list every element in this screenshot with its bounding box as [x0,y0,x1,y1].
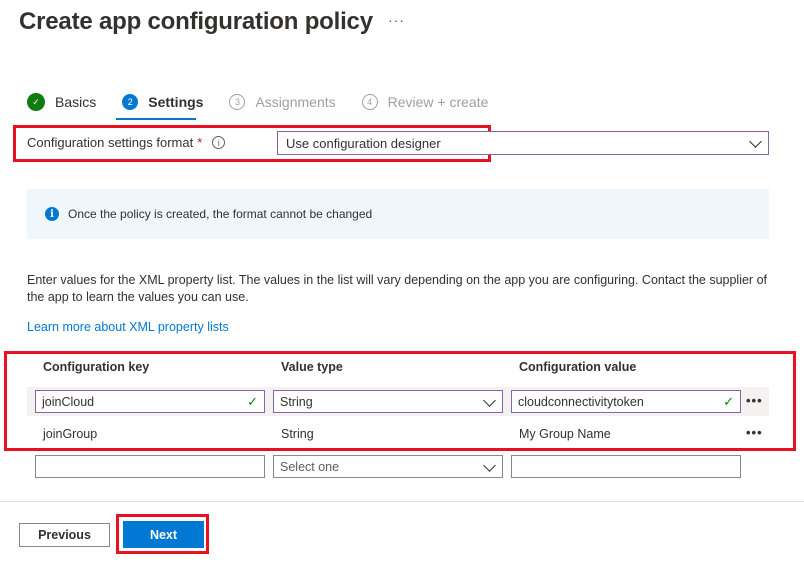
step-review-create[interactable]: 4 Review + create [361,94,489,110]
config-value-input[interactable]: cloudconnectivitytoken ✓ [511,390,741,413]
page-title: Create app configuration policy [19,8,373,35]
header-value-type: Value type [281,360,343,374]
required-mark: * [197,135,203,150]
chevron-down-icon [483,394,496,407]
config-key-cell: joinGroup [43,427,98,441]
step-label: Settings [148,94,204,110]
more-options-icon[interactable]: ··· [388,12,405,28]
new-value-type-dropdown[interactable]: Select one [273,455,503,478]
format-dropdown-value: Use configuration designer [286,136,441,151]
chevron-down-icon [749,135,762,148]
format-dropdown[interactable]: Use configuration designer [277,131,769,155]
next-button[interactable]: Next [123,521,204,548]
step-label: Review + create [387,94,489,110]
value-type-dropdown[interactable]: String [273,390,503,413]
config-value-value: cloudconnectivitytoken [518,395,644,409]
value-type-cell: String [281,427,314,441]
format-label: Configuration settings format * i [27,135,226,150]
checkmark-icon: ✓ [247,394,258,409]
info-banner: i Once the policy is created, the format… [27,189,769,239]
row-menu-icon[interactable]: ••• [746,425,763,440]
info-icon[interactable]: i [212,136,226,149]
format-label-text: Configuration settings format [27,135,194,150]
info-icon: i [45,207,59,221]
new-config-key-input[interactable] [35,455,265,478]
previous-button[interactable]: Previous [19,523,110,547]
footer-divider [0,501,804,502]
step-label: Basics [55,94,97,110]
header-configuration-value: Configuration value [519,360,637,374]
info-banner-text: Once the policy is created, the format c… [68,207,373,221]
step-settings[interactable]: 2 Settings [122,94,203,110]
config-key-input[interactable]: joinCloud ✓ [35,390,265,413]
step-number: 4 [361,94,378,110]
active-step-indicator [116,118,196,120]
chevron-down-icon [483,459,496,472]
wizard-steps: ✓ Basics 2 Settings 3 Assignments 4 Revi… [27,91,514,113]
step-label: Assignments [255,94,336,110]
checkmark-icon: ✓ [27,93,45,111]
value-type-value: String [280,395,313,409]
config-value-cell: My Group Name [519,427,611,441]
step-number: 3 [229,94,246,110]
step-basics[interactable]: ✓ Basics [27,93,96,111]
new-config-value-input[interactable] [511,455,741,478]
step-assignments[interactable]: 3 Assignments [229,94,336,110]
config-key-value: joinCloud [42,395,95,409]
step-number: 2 [122,94,139,110]
learn-more-link[interactable]: Learn more about XML property lists [27,320,229,334]
row-menu-icon[interactable]: ••• [746,393,763,408]
header-configuration-key: Configuration key [43,360,150,374]
checkmark-icon: ✓ [723,394,734,409]
description-text: Enter values for the XML property list. … [27,273,767,304]
new-value-type-placeholder: Select one [280,460,340,474]
